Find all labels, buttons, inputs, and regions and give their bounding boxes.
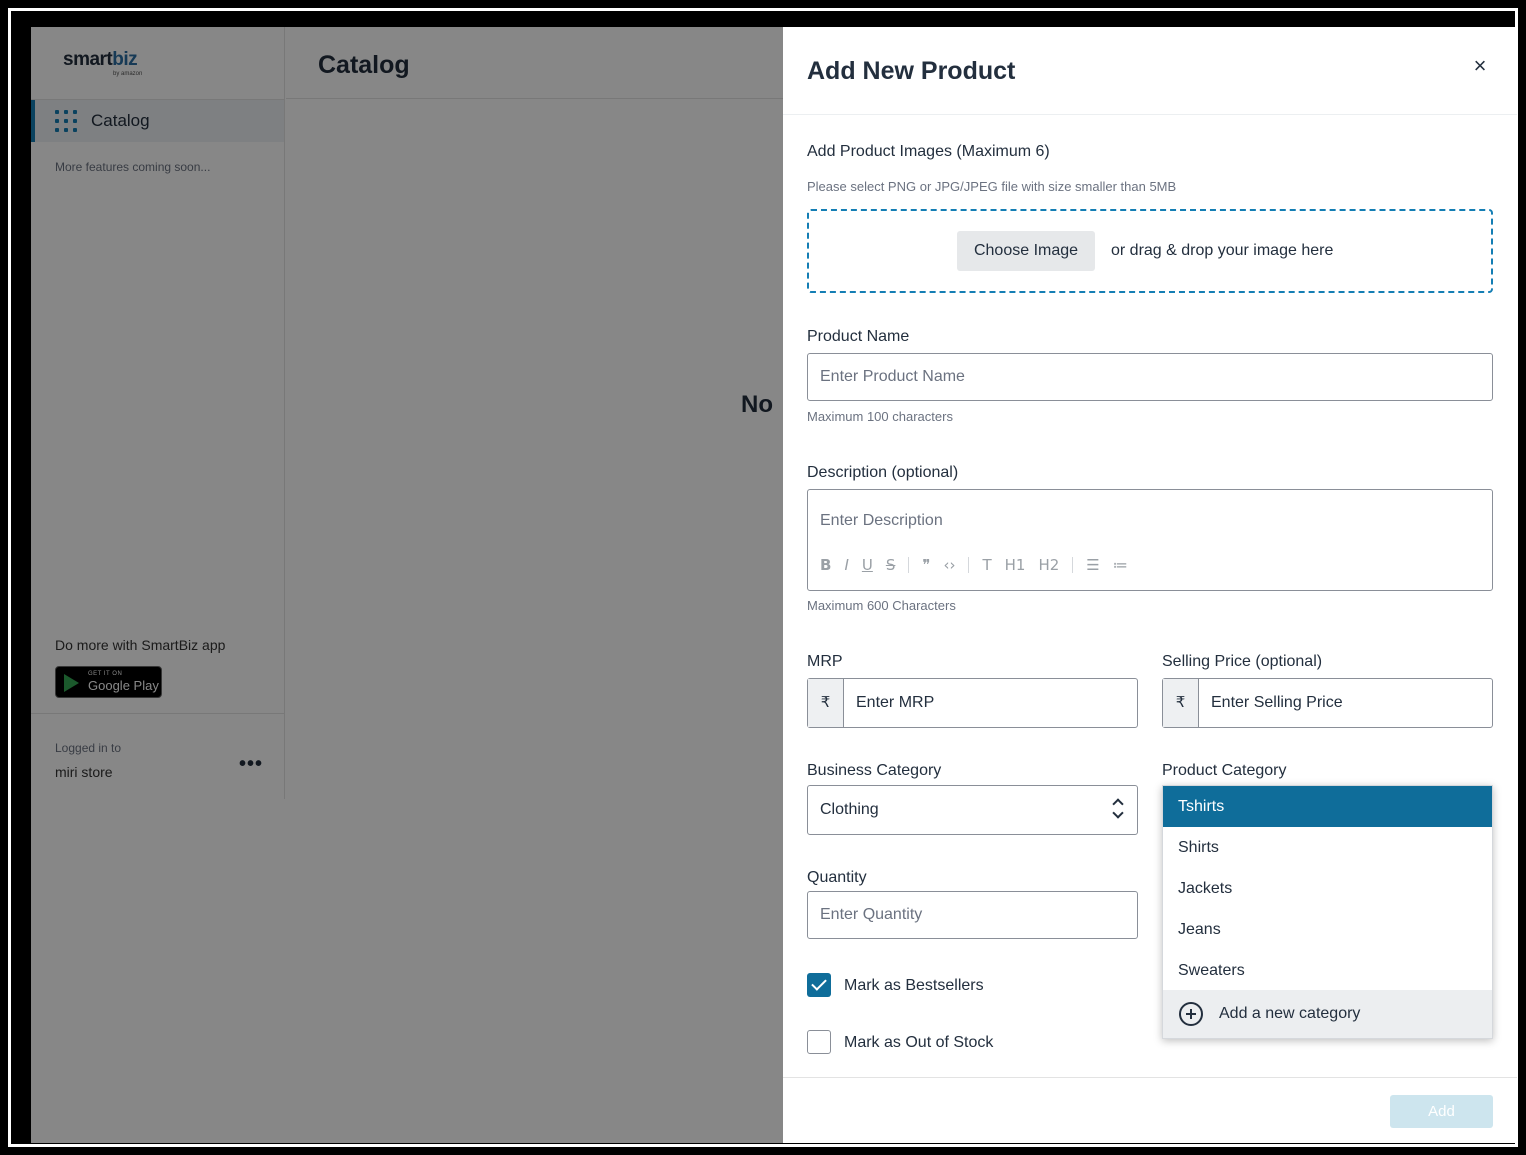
- description-label: Description (optional): [807, 464, 959, 481]
- underline-icon[interactable]: U: [862, 556, 873, 574]
- selling-price-placeholder: Enter Selling Price: [1211, 694, 1343, 711]
- out-of-stock-label: Mark as Out of Stock: [844, 1034, 994, 1051]
- mrp-placeholder: Enter MRP: [856, 694, 935, 711]
- product-name-placeholder: Enter Product Name: [820, 368, 965, 385]
- add-product-drawer: Add New Product × Add Product Images (Ma…: [783, 27, 1517, 1143]
- business-category-label: Business Category: [807, 762, 942, 779]
- screenshot-frame: smartbiz by amazon Catalog More features…: [0, 0, 1526, 1155]
- rupee-icon: ₹: [1163, 679, 1199, 727]
- category-option-tshirts[interactable]: Tshirts: [1163, 786, 1492, 827]
- mrp-label: MRP: [807, 653, 843, 670]
- numbered-list-icon[interactable]: ≔: [1113, 556, 1128, 574]
- business-category-value: Clothing: [820, 801, 879, 818]
- heading1-icon[interactable]: H1: [1005, 556, 1026, 574]
- bestsellers-label: Mark as Bestsellers: [844, 977, 984, 994]
- add-button[interactable]: Add: [1390, 1095, 1493, 1128]
- category-option-jackets[interactable]: Jackets: [1163, 868, 1492, 909]
- bold-icon[interactable]: B: [820, 556, 831, 574]
- code-icon[interactable]: ‹›: [943, 556, 955, 574]
- strikethrough-icon[interactable]: S: [886, 556, 896, 574]
- toolbar-divider: [1072, 557, 1074, 573]
- choose-image-button[interactable]: Choose Image: [957, 231, 1095, 271]
- category-option-shirts[interactable]: Shirts: [1163, 827, 1492, 868]
- product-name-hint: Maximum 100 characters: [807, 409, 953, 424]
- screen: smartbiz by amazon Catalog More features…: [31, 27, 1517, 1143]
- rich-text-toolbar: B I U S ❞ ‹› T H1 H2 ☰ ≔: [820, 554, 1141, 576]
- footer-divider: [783, 1077, 1517, 1078]
- product-name-input[interactable]: Enter Product Name: [807, 353, 1493, 401]
- quantity-input[interactable]: Enter Quantity: [807, 891, 1138, 939]
- add-circle-icon: [1179, 1002, 1203, 1026]
- select-arrows-icon: [1112, 798, 1125, 821]
- description-placeholder: Enter Description: [820, 512, 943, 529]
- drag-drop-text: or drag & drop your image here: [1111, 242, 1334, 259]
- drawer-title: Add New Product: [807, 57, 1016, 85]
- rupee-icon: ₹: [808, 679, 844, 727]
- bullet-list-icon[interactable]: ☰: [1086, 556, 1099, 574]
- add-category-option[interactable]: Add a new category: [1163, 990, 1492, 1038]
- product-name-label: Product Name: [807, 328, 910, 345]
- italic-icon[interactable]: I: [844, 556, 848, 574]
- quantity-label: Quantity: [807, 869, 867, 886]
- close-icon[interactable]: ×: [1467, 53, 1493, 79]
- selling-price-input[interactable]: ₹ Enter Selling Price: [1162, 678, 1493, 728]
- image-dropzone[interactable]: Choose Image or drag & drop your image h…: [807, 209, 1493, 293]
- quantity-placeholder: Enter Quantity: [820, 906, 923, 923]
- images-label: Add Product Images (Maximum 6): [807, 143, 1050, 160]
- toolbar-divider: [968, 557, 970, 573]
- description-hint: Maximum 600 Characters: [807, 598, 956, 613]
- images-hint: Please select PNG or JPG/JPEG file with …: [807, 179, 1177, 194]
- category-option-jeans[interactable]: Jeans: [1163, 909, 1492, 950]
- product-category-label: Product Category: [1162, 762, 1287, 779]
- bestsellers-checkbox[interactable]: [807, 973, 831, 997]
- drawer-header: Add New Product ×: [783, 27, 1517, 115]
- mrp-input[interactable]: ₹ Enter MRP: [807, 678, 1138, 728]
- description-editor[interactable]: Enter Description B I U S ❞ ‹› T H1 H2 ☰…: [807, 489, 1493, 591]
- frame-border: smartbiz by amazon Catalog More features…: [8, 8, 1518, 1147]
- out-of-stock-checkbox[interactable]: [807, 1030, 831, 1054]
- business-category-select[interactable]: Clothing: [807, 785, 1138, 835]
- product-category-dropdown[interactable]: Tshirts Shirts Jackets Jeans Sweaters Ad…: [1162, 785, 1493, 1039]
- heading2-icon[interactable]: H2: [1038, 556, 1059, 574]
- selling-price-label: Selling Price (optional): [1162, 653, 1323, 670]
- add-category-label: Add a new category: [1219, 1005, 1361, 1022]
- toolbar-divider: [908, 557, 910, 573]
- text-icon[interactable]: T: [982, 556, 991, 574]
- category-option-sweaters[interactable]: Sweaters: [1163, 950, 1492, 991]
- quote-icon[interactable]: ❞: [922, 556, 930, 574]
